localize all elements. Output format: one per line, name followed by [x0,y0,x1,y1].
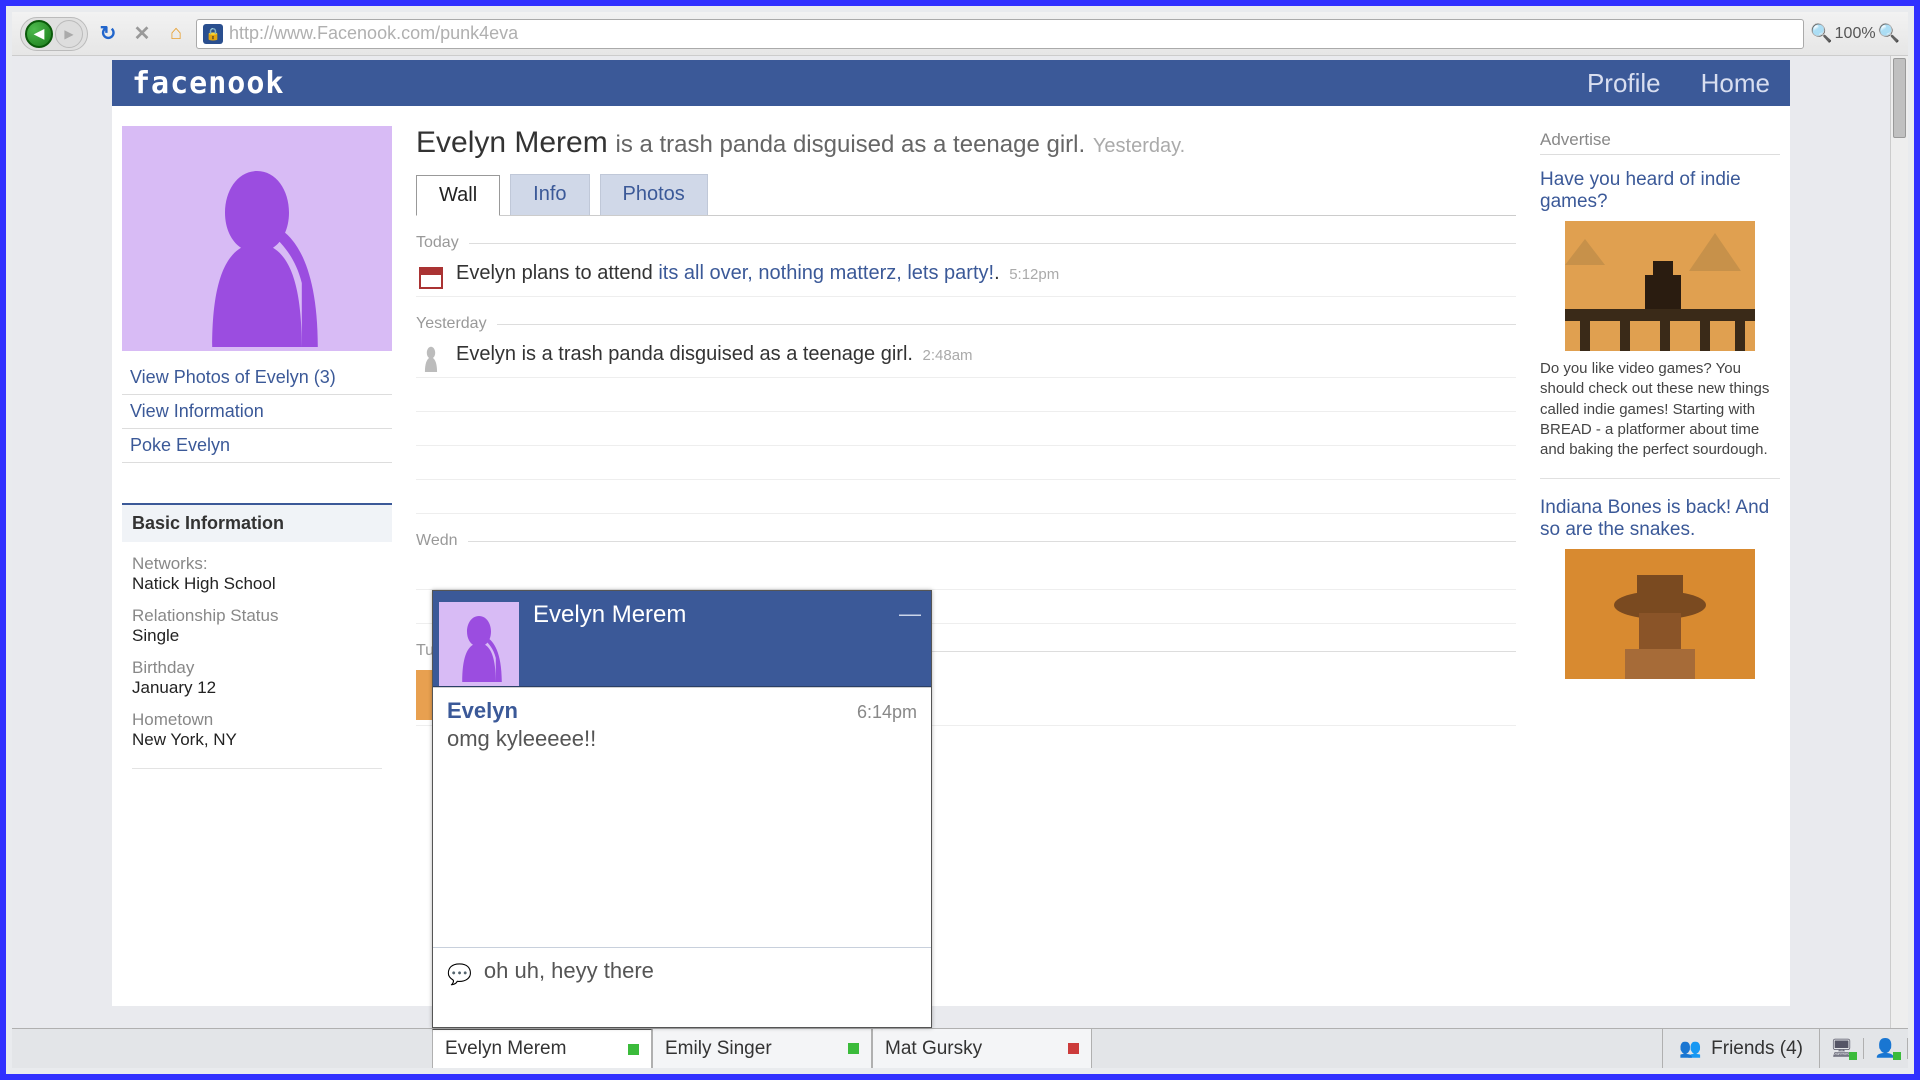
profile-picture[interactable] [122,126,392,351]
chat-message-time: 6:14pm [857,702,917,723]
site-topbar: facenook Profile Home [112,60,1790,106]
person-add-icon[interactable]: 👤 [1864,1038,1908,1059]
feed-day-yesterday: Yesterday [416,315,1516,333]
ad-body: Do you like video games? You should chec… [1540,359,1780,460]
lock-icon: 🔒 [203,24,223,44]
feed-item [416,412,1516,446]
relationship-label: Relationship Status [132,606,382,626]
status-dot-icon [848,1043,859,1054]
page-content: facenook Profile Home View Photos of Eve… [12,56,1890,1028]
poke-link[interactable]: Poke Evelyn [122,429,392,463]
feed-item [416,446,1516,480]
zoom-out-icon[interactable]: 🔍 [1810,23,1832,44]
ad-image [1565,221,1755,351]
profile-tabs: Wall Info Photos [416,174,1516,216]
friends-tab[interactable]: 👥 Friends (4) [1663,1029,1820,1068]
browser-toolbar: ↻ ✕ ⌂ 🔒 🔍 100% 🔍 [12,12,1908,56]
ads-sidebar: Advertise Have you heard of indie games? [1540,126,1790,1006]
profile-status-text: is a trash panda disguised as a teenage … [616,131,1086,158]
minimize-icon[interactable]: — [899,601,921,627]
feed-item [416,378,1516,412]
ad-title: Indiana Bones is back! And so are the sn… [1540,497,1780,541]
relationship-value: Single [132,626,382,646]
chat-tab[interactable]: Emily Singer [652,1029,872,1068]
feed-item [416,480,1516,514]
chat-contact-name: Evelyn Merem [533,601,885,629]
monitor-icon[interactable]: 🖥 [1820,1038,1864,1059]
feed-time: 2:48am [923,347,973,364]
networks-value: Natick High School [132,574,382,594]
advertise-header: Advertise [1540,126,1780,155]
vertical-scrollbar[interactable] [1890,56,1908,1028]
nav-button-group [20,17,88,51]
nav-home-link[interactable]: Home [1701,68,1770,99]
site-logo[interactable]: facenook [132,66,285,101]
reload-icon[interactable]: ↻ [94,20,122,48]
chat-input-area[interactable]: 💬 oh uh, heyy there [433,947,931,1027]
hometown-label: Hometown [132,710,382,730]
ad-block[interactable]: Have you heard of indie games? [1540,169,1780,460]
url-input[interactable] [229,23,1797,44]
chat-tab[interactable]: Mat Gursky [872,1029,1092,1068]
chat-message-body: omg kyleeeee!! [447,726,917,752]
left-sidebar: View Photos of Evelyn (3) View Informati… [112,126,392,1006]
chat-bar: Evelyn Merem Emily Singer Mat Gursky 👥 F… [12,1028,1908,1068]
chat-tab-name: Mat Gursky [885,1038,982,1060]
feed-item: Evelyn is a trash panda disguised as a t… [416,339,1516,378]
hometown-value: New York, NY [132,730,382,750]
feed-day-wednesday: Wedn [416,532,1516,550]
speech-bubble-icon: 💬 [447,962,472,987]
basic-info-header: Basic Information [122,503,392,542]
tab-photos[interactable]: Photos [600,174,708,215]
feed-item: Evelyn plans to attend its all over, not… [416,258,1516,297]
feed-event-link[interactable]: its all over, nothing matterz, lets part… [658,262,994,284]
chat-avatar [439,602,519,686]
scrollbar-thumb[interactable] [1893,58,1906,138]
zoom-control: 🔍 100% 🔍 [1810,23,1900,44]
feed-day-today: Today [416,234,1516,252]
view-info-link[interactable]: View Information [122,395,392,429]
basic-info-block: Networks: Natick High School Relationshi… [122,542,392,799]
profile-status-time: Yesterday. [1093,135,1185,157]
chat-message-sender: Evelyn [447,698,518,724]
ad-block[interactable]: Indiana Bones is back! And so are the sn… [1540,497,1780,679]
friends-label: Friends (4) [1711,1038,1803,1060]
feed-text: Evelyn plans to attend [456,262,658,284]
forward-button[interactable] [55,20,83,48]
chat-input-text[interactable]: oh uh, heyy there [484,958,654,984]
friends-icon: 👥 [1679,1038,1701,1060]
nav-profile-link[interactable]: Profile [1587,68,1661,99]
calendar-icon [416,262,446,292]
profile-name: Evelyn Merem [416,126,608,159]
view-photos-link[interactable]: View Photos of Evelyn (3) [122,361,392,395]
chat-tab-name: Emily Singer [665,1038,772,1060]
status-line: Evelyn Merem is a trash panda disguised … [416,126,1516,168]
home-icon[interactable]: ⌂ [162,20,190,48]
ad-image [1565,549,1755,679]
chat-window: Evelyn Merem — Evelyn 6:14pm omg kyleeee… [432,590,932,1028]
feed-item [416,556,1516,590]
back-button[interactable] [25,20,53,48]
person-icon [416,343,446,373]
tab-info[interactable]: Info [510,174,589,215]
networks-label: Networks: [132,554,382,574]
birthday-value: January 12 [132,678,382,698]
zoom-level: 100% [1835,25,1876,43]
chat-header[interactable]: Evelyn Merem — [433,591,931,687]
chat-tab[interactable]: Evelyn Merem [432,1029,652,1068]
ad-title: Have you heard of indie games? [1540,169,1780,213]
stop-icon[interactable]: ✕ [128,20,156,48]
birthday-label: Birthday [132,658,382,678]
zoom-in-icon[interactable]: 🔍 [1878,23,1900,44]
chat-tab-name: Evelyn Merem [445,1038,566,1060]
status-dot-icon [1068,1043,1079,1054]
url-bar[interactable]: 🔒 [196,19,1804,49]
tab-wall[interactable]: Wall [416,175,500,216]
feed-text: Evelyn is a trash panda disguised as a t… [456,343,913,365]
feed-time: 5:12pm [1009,266,1059,283]
chat-messages: Evelyn 6:14pm omg kyleeeee!! [433,687,931,947]
status-dot-icon [628,1044,639,1055]
